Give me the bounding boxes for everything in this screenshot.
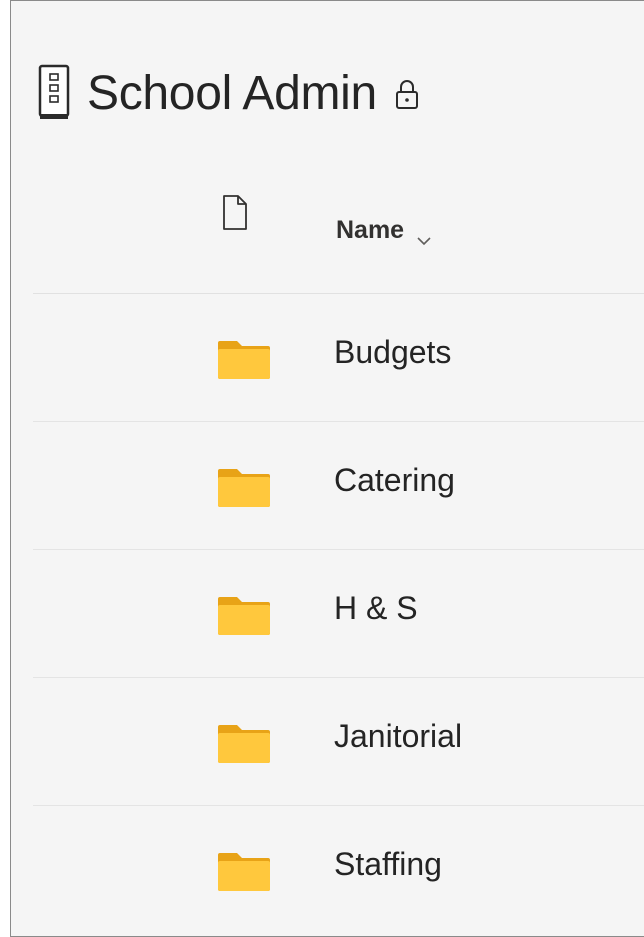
list-item[interactable]: Budgets	[33, 294, 644, 422]
library-title: School Admin	[87, 66, 377, 120]
column-header-row: Name	[33, 186, 644, 294]
name-column-header[interactable]: Name	[336, 216, 432, 245]
library-header: School Admin	[37, 53, 421, 133]
document-library-panel: School Admin Name Budgets Catering H & S…	[10, 0, 644, 937]
name-column-label: Name	[336, 216, 405, 244]
lock-icon	[393, 77, 421, 111]
document-library-icon	[37, 60, 75, 126]
chevron-down-icon	[416, 225, 432, 245]
list-item[interactable]: Staffing	[33, 806, 644, 934]
list-item[interactable]: H & S	[33, 550, 644, 678]
list-item[interactable]: Janitorial	[33, 678, 644, 806]
folder-icon	[217, 852, 271, 892]
folder-icon	[217, 468, 271, 508]
file-icon[interactable]	[221, 194, 249, 232]
list-item-label: Staffing	[334, 846, 442, 882]
list-item-label: Janitorial	[334, 718, 463, 754]
list-item[interactable]: Catering	[33, 422, 644, 550]
folder-icon	[217, 724, 271, 764]
folder-icon	[217, 340, 271, 380]
folder-icon	[217, 596, 271, 636]
list-item-label: Catering	[334, 462, 455, 498]
list-item-label: Budgets	[334, 334, 452, 370]
list-item-label: H & S	[334, 590, 418, 626]
